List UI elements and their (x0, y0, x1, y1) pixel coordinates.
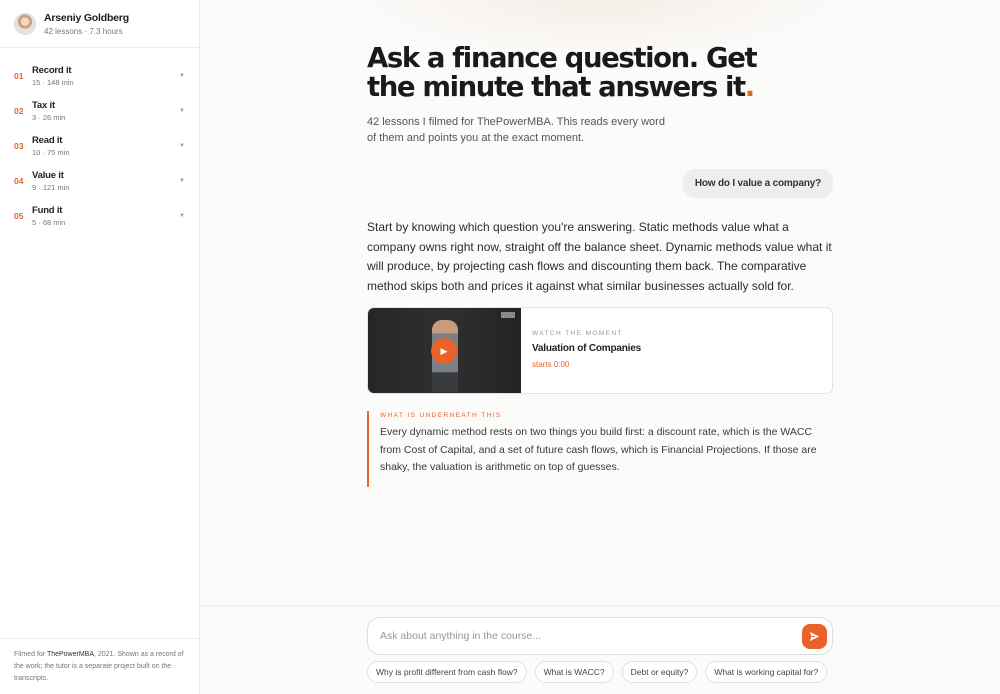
video-title: Valuation of Companies (532, 343, 641, 354)
footer-brand: ThePowerMBA (46, 651, 95, 658)
module-number: 01 (14, 70, 24, 81)
send-button[interactable] (802, 623, 827, 649)
module-number: 04 (14, 175, 24, 186)
suggestion-chips: Why is profit different from cash flow? … (367, 661, 828, 683)
title-line-1: Ask a finance question. Get (367, 42, 758, 74)
main-panel: Ask a finance question. Get the minute t… (200, 0, 1000, 694)
chevron-down-icon[interactable]: ▼ (179, 143, 185, 149)
module-title: Read it (32, 134, 63, 146)
chevron-down-icon[interactable]: ▼ (179, 108, 185, 114)
module-meta: 3 · 26 min (32, 112, 66, 122)
video-moment-card[interactable]: ▶ WATCH THE MOMENT Valuation of Companie… (367, 307, 833, 394)
composer (367, 617, 833, 655)
module-item-read-it[interactable]: 03 Read it 10 · 75 min ▼ (0, 128, 199, 163)
sidebar-footer: Filmed for ThePowerMBA, 2021. Shown as a… (0, 638, 199, 694)
video-logo (501, 312, 515, 318)
underneath-callout: WHAT IS UNDERNEATH THIS Every dynamic me… (367, 411, 833, 487)
chevron-down-icon[interactable]: ▼ (179, 213, 185, 219)
underneath-kicker: WHAT IS UNDERNEATH THIS (380, 412, 502, 419)
user-question-bubble: How do I value a company? (682, 169, 833, 198)
module-item-fund-it[interactable]: 05 Fund it 5 · 68 min ▼ (0, 198, 199, 233)
play-icon[interactable]: ▶ (431, 338, 457, 364)
module-meta: 10 · 75 min (32, 147, 70, 157)
profile-meta: 42 lessons · 7.3 hours (44, 26, 123, 36)
tutor-answer: Start by knowing which question you're a… (367, 220, 832, 293)
page-title: Ask a finance question. Get the minute t… (367, 44, 833, 102)
conversation: Ask a finance question. Get the minute t… (367, 44, 833, 487)
module-number: 03 (14, 140, 24, 151)
module-title: Fund it (32, 204, 63, 216)
send-icon (809, 631, 820, 641)
module-title: Tax it (32, 99, 55, 111)
module-number: 05 (14, 210, 24, 221)
suggestion-chip[interactable]: Debt or equity? (621, 661, 698, 683)
profile-header: Arseniy Goldberg 42 lessons · 7.3 hours (0, 0, 199, 48)
question-input[interactable] (380, 630, 802, 642)
video-start-time: starts 0:00 (532, 360, 570, 369)
module-meta: 5 · 68 min (32, 217, 66, 227)
footer-prefix: Filmed for (14, 651, 47, 658)
module-item-value-it[interactable]: 04 Value it 9 · 121 min ▼ (0, 163, 199, 198)
composer-area: Why is profit different from cash flow? … (200, 605, 1000, 694)
module-number: 02 (14, 105, 24, 116)
module-meta: 15 · 148 min (32, 77, 74, 87)
avatar (14, 12, 36, 35)
module-title: Record it (32, 64, 72, 76)
page-subtitle: 42 lessons I filmed for ThePowerMBA. Thi… (367, 116, 665, 144)
module-item-tax-it[interactable]: 02 Tax it 3 · 26 min ▼ (0, 93, 199, 128)
module-item-record-it[interactable]: 01 Record it 15 · 148 min ▼ (0, 58, 199, 93)
underneath-text: Every dynamic method rests on two things… (380, 426, 817, 473)
chevron-down-icon[interactable]: ▼ (179, 178, 185, 184)
sidebar: Arseniy Goldberg 42 lessons · 7.3 hours … (0, 0, 200, 694)
suggestion-chip[interactable]: What is working capital for? (705, 661, 828, 683)
module-title: Value it (32, 169, 64, 181)
chevron-down-icon[interactable]: ▼ (179, 73, 185, 79)
suggestion-chip[interactable]: Why is profit different from cash flow? (367, 661, 527, 683)
video-thumbnail[interactable]: ▶ (368, 308, 521, 393)
suggestion-chip[interactable]: What is WACC? (534, 661, 614, 683)
module-list: 01 Record it 15 · 148 min ▼ 02 Tax it 3 … (0, 48, 199, 233)
title-line-2: the minute that answers it (367, 71, 746, 103)
module-meta: 9 · 121 min (32, 182, 70, 192)
video-kicker: WATCH THE MOMENT (532, 330, 623, 337)
title-dot: . (744, 71, 755, 103)
profile-name: Arseniy Goldberg (44, 11, 129, 24)
